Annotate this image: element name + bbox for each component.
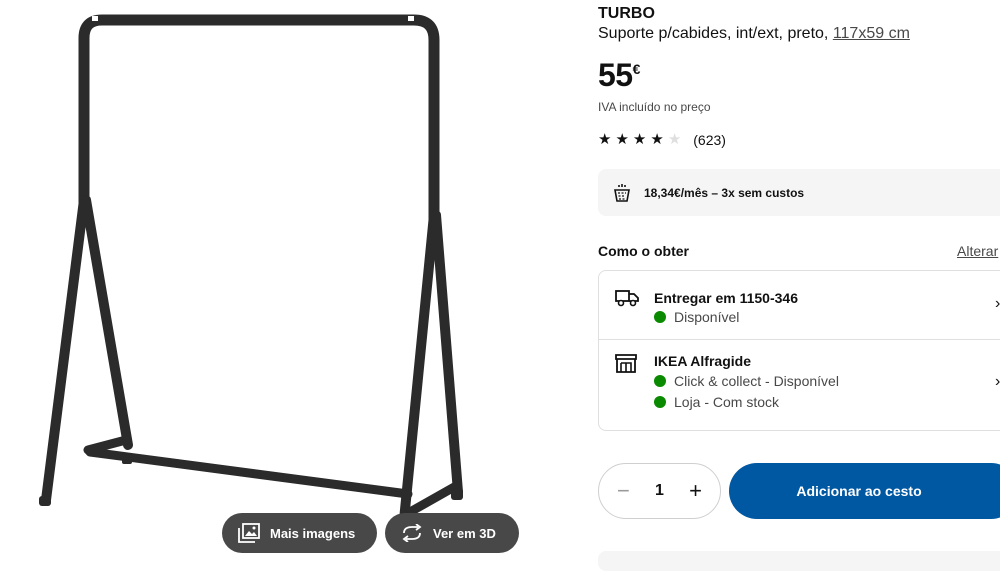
finance-text: 18,34€/mês – 3x sem custos [644, 185, 805, 200]
more-images-label: Mais imagens [270, 525, 356, 541]
obtain-title: Como o obter [598, 243, 689, 259]
store-collect-text: Click & collect - Disponível [674, 373, 839, 389]
price: 55€ [598, 57, 640, 94]
store-collect-status: Click & collect - Disponível [654, 373, 839, 389]
star-icon: ★ [650, 131, 664, 148]
product-image [39, 14, 463, 526]
star-empty-icon: ★ [667, 131, 682, 148]
chevron-right-icon: › [995, 373, 1000, 390]
change-location-link[interactable]: Alterar [957, 243, 998, 259]
quantity-value[interactable]: 1 [655, 482, 664, 500]
gallery-icon [238, 523, 260, 543]
store-option[interactable]: IKEA Alfragide Click & collect - Disponí… [599, 339, 1000, 431]
vat-note: IVA incluído no preço [598, 100, 711, 114]
delivery-status-text: Disponível [674, 309, 740, 325]
product-image-area: Mais imagens Ver em 3D [0, 0, 560, 562]
product-description-text: Suporte p/cabides, int/ext, preto, [598, 25, 829, 42]
minus-icon[interactable]: − [617, 480, 630, 502]
fulfilment-options: Entregar em 1150-346 Disponível › IKEA A… [598, 270, 1000, 431]
review-count: (623) [693, 132, 726, 148]
store-title: IKEA Alfragide [654, 353, 751, 369]
add-to-cart-label: Adicionar ao cesto [796, 483, 922, 499]
rotate-3d-icon [402, 524, 422, 542]
more-images-button[interactable]: Mais imagens [222, 513, 377, 553]
available-dot [654, 311, 666, 323]
star-icon: ★ [598, 131, 612, 148]
delivery-option[interactable]: Entregar em 1150-346 Disponível › [599, 271, 1000, 340]
chevron-right-icon: › [995, 295, 1000, 312]
finance-banner[interactable]: 18,34€/mês – 3x sem custos [598, 169, 1000, 216]
store-stock-status: Loja - Com stock [654, 394, 779, 410]
price-amount: 55 [598, 57, 633, 93]
view-3d-label: Ver em 3D [433, 525, 496, 541]
installment-icon [614, 183, 630, 202]
product-description: Suporte p/cabides, int/ext, preto, 117x5… [598, 25, 910, 43]
product-size-link[interactable]: 117x59 cm [833, 25, 910, 42]
store-icon [615, 354, 637, 373]
next-section-panel [598, 551, 1000, 571]
price-currency: € [632, 61, 641, 77]
delivery-status: Disponível [654, 309, 739, 325]
product-info: TURBO Suporte p/cabides, int/ext, preto,… [598, 0, 1000, 571]
available-dot [654, 375, 666, 387]
available-dot [654, 396, 666, 408]
view-3d-button[interactable]: Ver em 3D [385, 513, 519, 553]
truck-icon [615, 290, 639, 307]
plus-icon[interactable]: + [689, 480, 702, 502]
delivery-title: Entregar em 1150-346 [654, 290, 798, 306]
add-to-cart-button[interactable]: Adicionar ao cesto [729, 463, 1000, 519]
store-stock-text: Loja - Com stock [674, 394, 780, 410]
star-icon: ★ [632, 131, 647, 148]
rating[interactable]: ★ ★ ★ ★ ★ (623) [598, 131, 726, 149]
product-name: TURBO [598, 5, 655, 22]
quantity-stepper: − 1 + [598, 463, 721, 519]
star-icon: ★ [615, 131, 629, 148]
